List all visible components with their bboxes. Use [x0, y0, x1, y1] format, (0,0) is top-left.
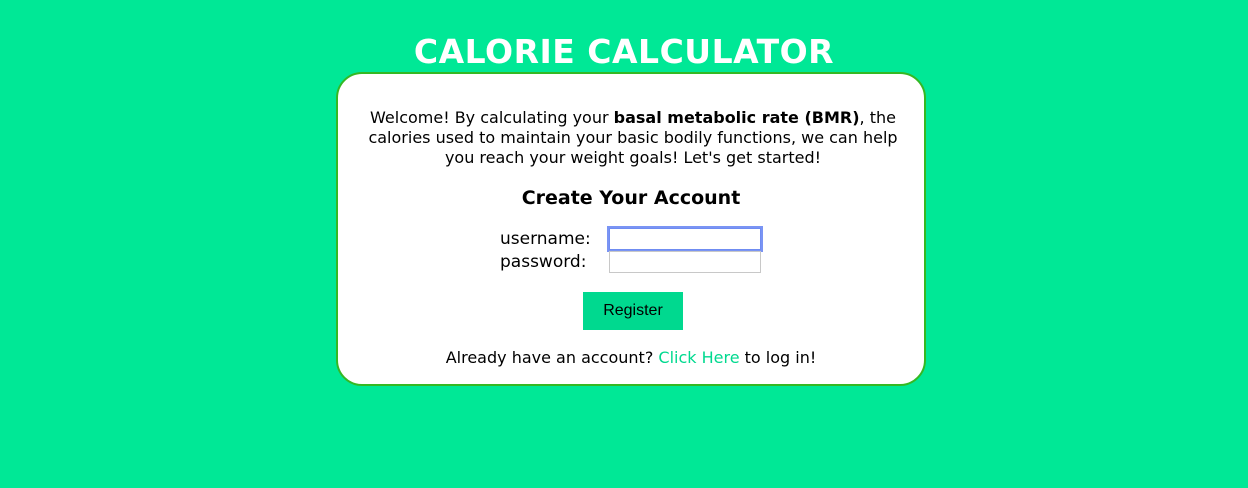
- register-button[interactable]: Register: [583, 292, 683, 330]
- login-prompt: Already have an account? Click Here to l…: [338, 348, 924, 368]
- intro-text: Welcome! By calculating your basal metab…: [358, 108, 908, 168]
- form-heading: Create Your Account: [521, 187, 741, 209]
- login-prompt-tail: to log in!: [739, 348, 817, 367]
- page: CALORIE CALCULATOR Welcome! By calculati…: [0, 0, 1248, 488]
- username-input[interactable]: [609, 228, 761, 250]
- registration-card: Welcome! By calculating your basal metab…: [336, 72, 926, 386]
- login-prompt-lead: Already have an account?: [445, 348, 659, 367]
- password-label: password:: [500, 252, 587, 272]
- login-link[interactable]: Click Here: [658, 348, 739, 367]
- intro-bmr-term: basal metabolic rate (BMR): [613, 108, 860, 127]
- app-title: CALORIE CALCULATOR: [413, 32, 835, 72]
- password-input[interactable]: [609, 251, 761, 273]
- intro-text-lead: Welcome! By calculating your: [370, 108, 614, 127]
- username-label: username:: [500, 229, 591, 249]
